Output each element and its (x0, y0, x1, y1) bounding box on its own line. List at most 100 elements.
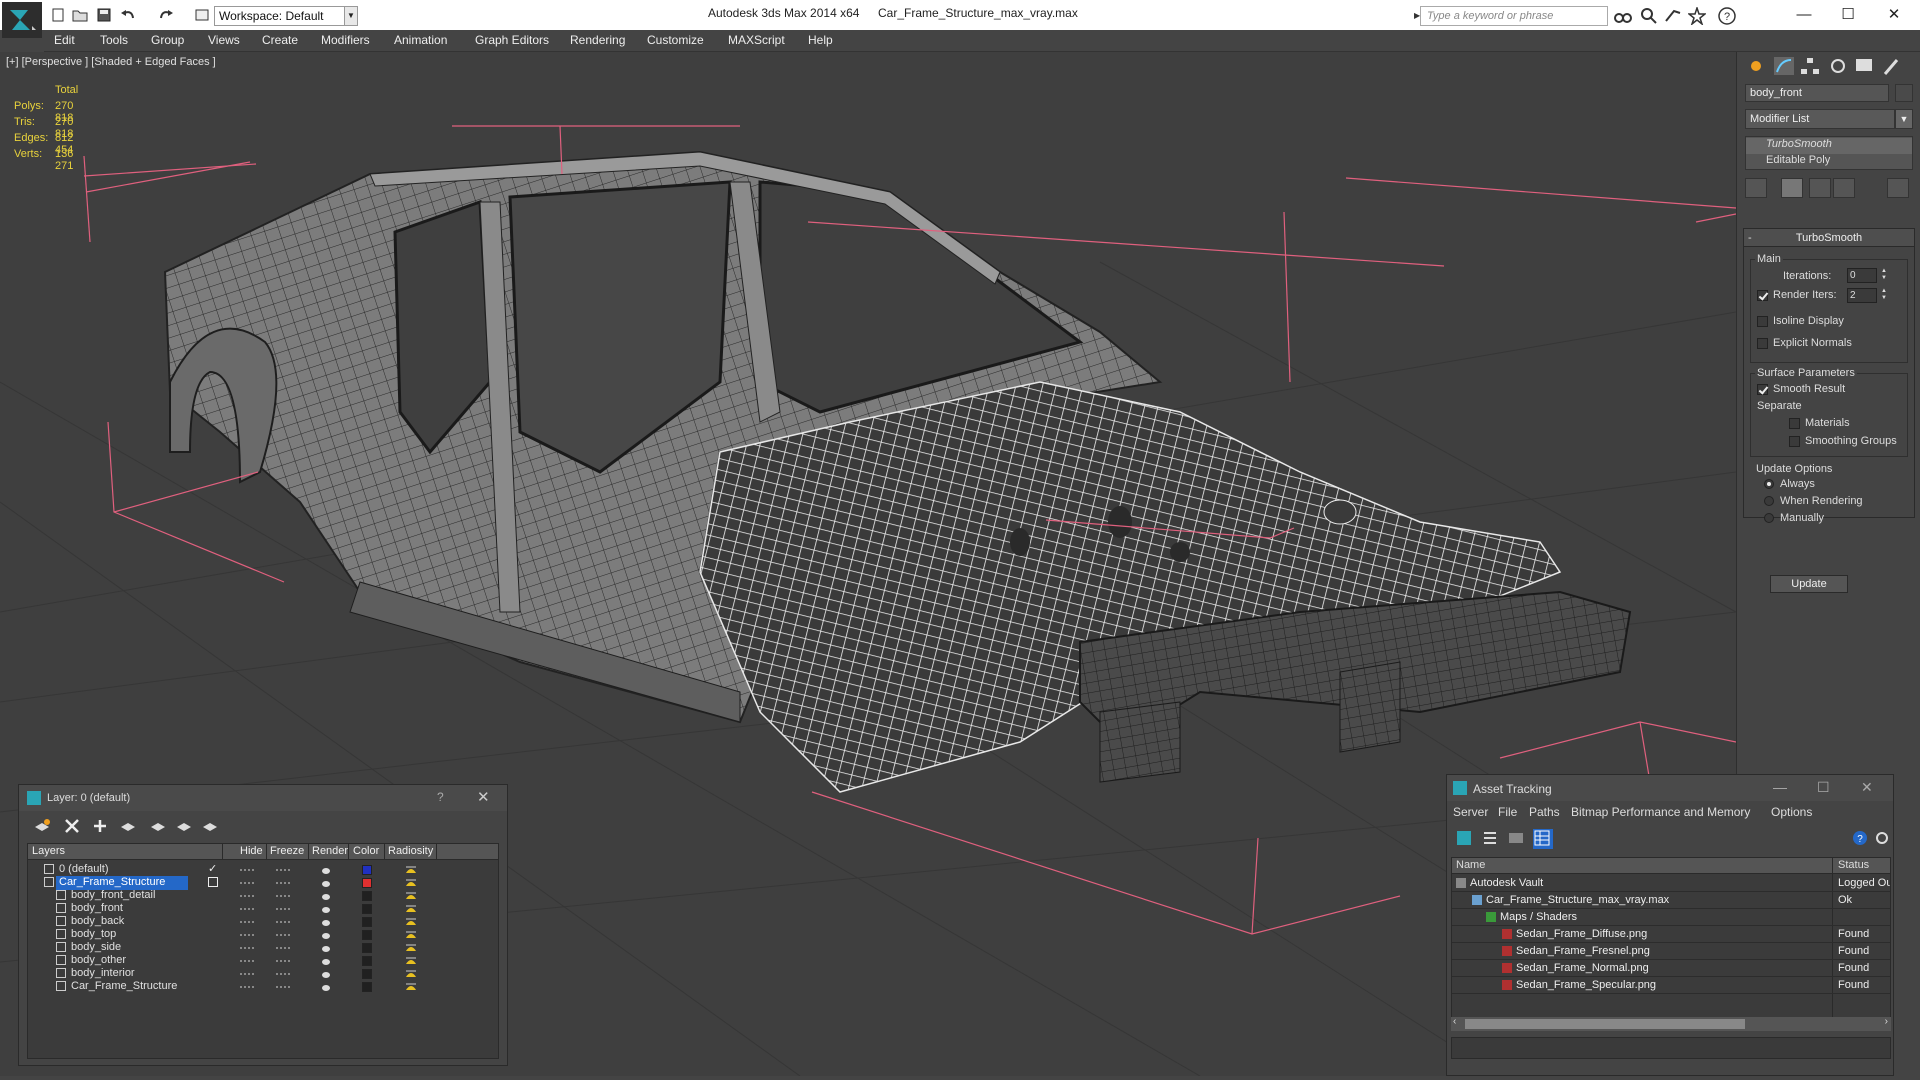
update-button[interactable]: Update (1770, 575, 1848, 593)
freeze-toggle[interactable] (276, 908, 290, 910)
hide-all-layers-icon[interactable] (175, 817, 195, 837)
layer-color-swatch[interactable] (362, 943, 372, 953)
smooth-result-checkbox[interactable] (1757, 384, 1768, 395)
freeze-toggle[interactable] (276, 960, 290, 962)
hide-toggle[interactable] (240, 895, 254, 897)
menu-animation[interactable]: Animation (394, 33, 447, 47)
column-freeze[interactable]: Freeze (270, 845, 304, 859)
spinner-arrows-icon[interactable]: ▲ ▼ (1879, 288, 1889, 303)
help-button[interactable]: ? (437, 790, 444, 804)
asset-row[interactable]: Sedan_Frame_Diffuse.png Found (1452, 926, 1890, 943)
smoothing-groups-checkbox[interactable] (1789, 436, 1800, 447)
list-view-icon[interactable] (1481, 829, 1501, 849)
freeze-toggle[interactable] (276, 947, 290, 949)
spinner-arrows-icon[interactable]: ▲ ▼ (1879, 268, 1889, 283)
modify-tab-icon[interactable] (1773, 56, 1797, 78)
scroll-right-icon[interactable]: › (1885, 1016, 1888, 1027)
communication-icon[interactable] (1664, 7, 1682, 25)
chevron-down-icon[interactable]: ▼ (344, 6, 358, 26)
binoculars-icon[interactable] (1614, 7, 1632, 25)
pin-stack-icon[interactable] (1745, 178, 1767, 198)
isoline-display-checkbox[interactable] (1757, 316, 1768, 327)
hide-toggle[interactable] (240, 947, 254, 949)
hide-toggle[interactable] (240, 960, 254, 962)
save-file-icon[interactable] (96, 7, 112, 23)
menu-create[interactable]: Create (262, 33, 298, 47)
menu-tools[interactable]: Tools (100, 33, 128, 47)
column-color[interactable]: Color (353, 845, 379, 859)
help-icon[interactable]: ? (1851, 829, 1871, 849)
new-file-icon[interactable] (50, 7, 66, 23)
explicit-normals-checkbox[interactable] (1757, 338, 1768, 349)
render-iters-checkbox[interactable] (1757, 290, 1768, 301)
thumbnail-view-icon[interactable] (1507, 829, 1527, 849)
asset-row[interactable]: Sedan_Frame_Specular.png Found (1452, 977, 1890, 994)
menu-edit[interactable]: Edit (54, 33, 75, 47)
object-name-field[interactable]: body_front (1745, 84, 1889, 102)
current-layer-toggle[interactable] (208, 877, 218, 887)
render-iters-spinner[interactable]: 2 (1847, 288, 1877, 303)
redo-icon[interactable] (158, 7, 174, 23)
freeze-toggle[interactable] (276, 921, 290, 923)
utilities-tab-icon[interactable] (1881, 56, 1905, 78)
menu-rendering[interactable]: Rendering (570, 33, 625, 47)
menu-modifiers[interactable]: Modifiers (321, 33, 370, 47)
manually-radio[interactable] (1764, 513, 1774, 523)
freeze-toggle[interactable] (276, 986, 290, 988)
maximize-button[interactable]: ☐ (1817, 779, 1830, 796)
asset-menu-server[interactable]: Server (1453, 805, 1488, 819)
menu-customize[interactable]: Customize (647, 33, 704, 47)
minimize-button[interactable]: — (1784, 4, 1824, 26)
close-button[interactable]: ✕ (1874, 4, 1914, 26)
layer-color-swatch[interactable] (362, 969, 372, 979)
undo-icon[interactable] (120, 7, 136, 23)
scrollbar-thumb[interactable] (1465, 1019, 1745, 1029)
create-tab-icon[interactable] (1745, 56, 1769, 78)
column-name[interactable]: Name (1456, 859, 1485, 871)
maximize-button[interactable]: ☐ (1828, 4, 1868, 26)
freeze-toggle[interactable] (276, 869, 290, 871)
make-unique-icon[interactable] (1809, 178, 1831, 198)
layer-color-swatch[interactable] (362, 917, 372, 927)
layer-color-swatch[interactable] (362, 930, 372, 940)
refresh-icon[interactable] (1455, 829, 1475, 849)
layer-row[interactable]: Car_Frame_Structure (28, 979, 458, 995)
hold-icon[interactable] (194, 7, 210, 23)
highlight-layer-icon[interactable] (149, 817, 169, 837)
hide-toggle[interactable] (240, 973, 254, 975)
layer-color-swatch[interactable] (362, 956, 372, 966)
hierarchy-tab-icon[interactable] (1799, 56, 1823, 78)
column-render[interactable]: Render (312, 845, 348, 859)
asset-row[interactable]: Autodesk Vault Logged Ou (1452, 875, 1890, 892)
column-hide[interactable]: Hide (240, 845, 263, 859)
asset-row[interactable]: Maps / Shaders (1452, 909, 1890, 926)
layer-color-swatch[interactable] (362, 865, 372, 875)
display-tab-icon[interactable] (1853, 56, 1877, 78)
menu-help[interactable]: Help (808, 33, 833, 47)
stack-item-turbosmooth[interactable]: TurboSmooth (1746, 138, 1912, 154)
iterations-spinner[interactable]: 0 (1847, 268, 1877, 283)
remove-modifier-icon[interactable] (1833, 178, 1855, 198)
radiosity-icon[interactable] (404, 980, 418, 994)
settings-icon[interactable] (1873, 829, 1893, 849)
current-layer-check-icon[interactable]: ✓ (208, 862, 217, 875)
help-icon[interactable]: ? (1718, 7, 1736, 25)
asset-dialog-titlebar[interactable]: Asset Tracking — ☐ ✕ (1447, 775, 1893, 801)
menu-group[interactable]: Group (151, 33, 184, 47)
asset-menu-paths[interactable]: Paths (1529, 805, 1560, 819)
show-end-result-icon[interactable] (1781, 178, 1803, 198)
menu-graph-editors[interactable]: Graph Editors (475, 33, 549, 47)
delete-layer-icon[interactable] (63, 817, 83, 837)
modifier-list-dropdown[interactable]: Modifier List (1745, 109, 1895, 129)
column-status[interactable]: Status (1838, 859, 1869, 871)
when-rendering-radio[interactable] (1764, 496, 1774, 506)
select-objects-icon[interactable] (119, 817, 139, 837)
render-teapot-icon[interactable] (320, 981, 332, 993)
layer-color-swatch[interactable] (362, 891, 372, 901)
create-layer-icon[interactable] (33, 817, 53, 837)
column-layers[interactable]: Layers (32, 845, 65, 859)
asset-row[interactable]: Sedan_Frame_Fresnel.png Found (1452, 943, 1890, 960)
asset-menu-options[interactable]: Options (1771, 805, 1812, 819)
table-view-icon[interactable] (1533, 829, 1553, 849)
layer-color-swatch[interactable] (362, 904, 372, 914)
